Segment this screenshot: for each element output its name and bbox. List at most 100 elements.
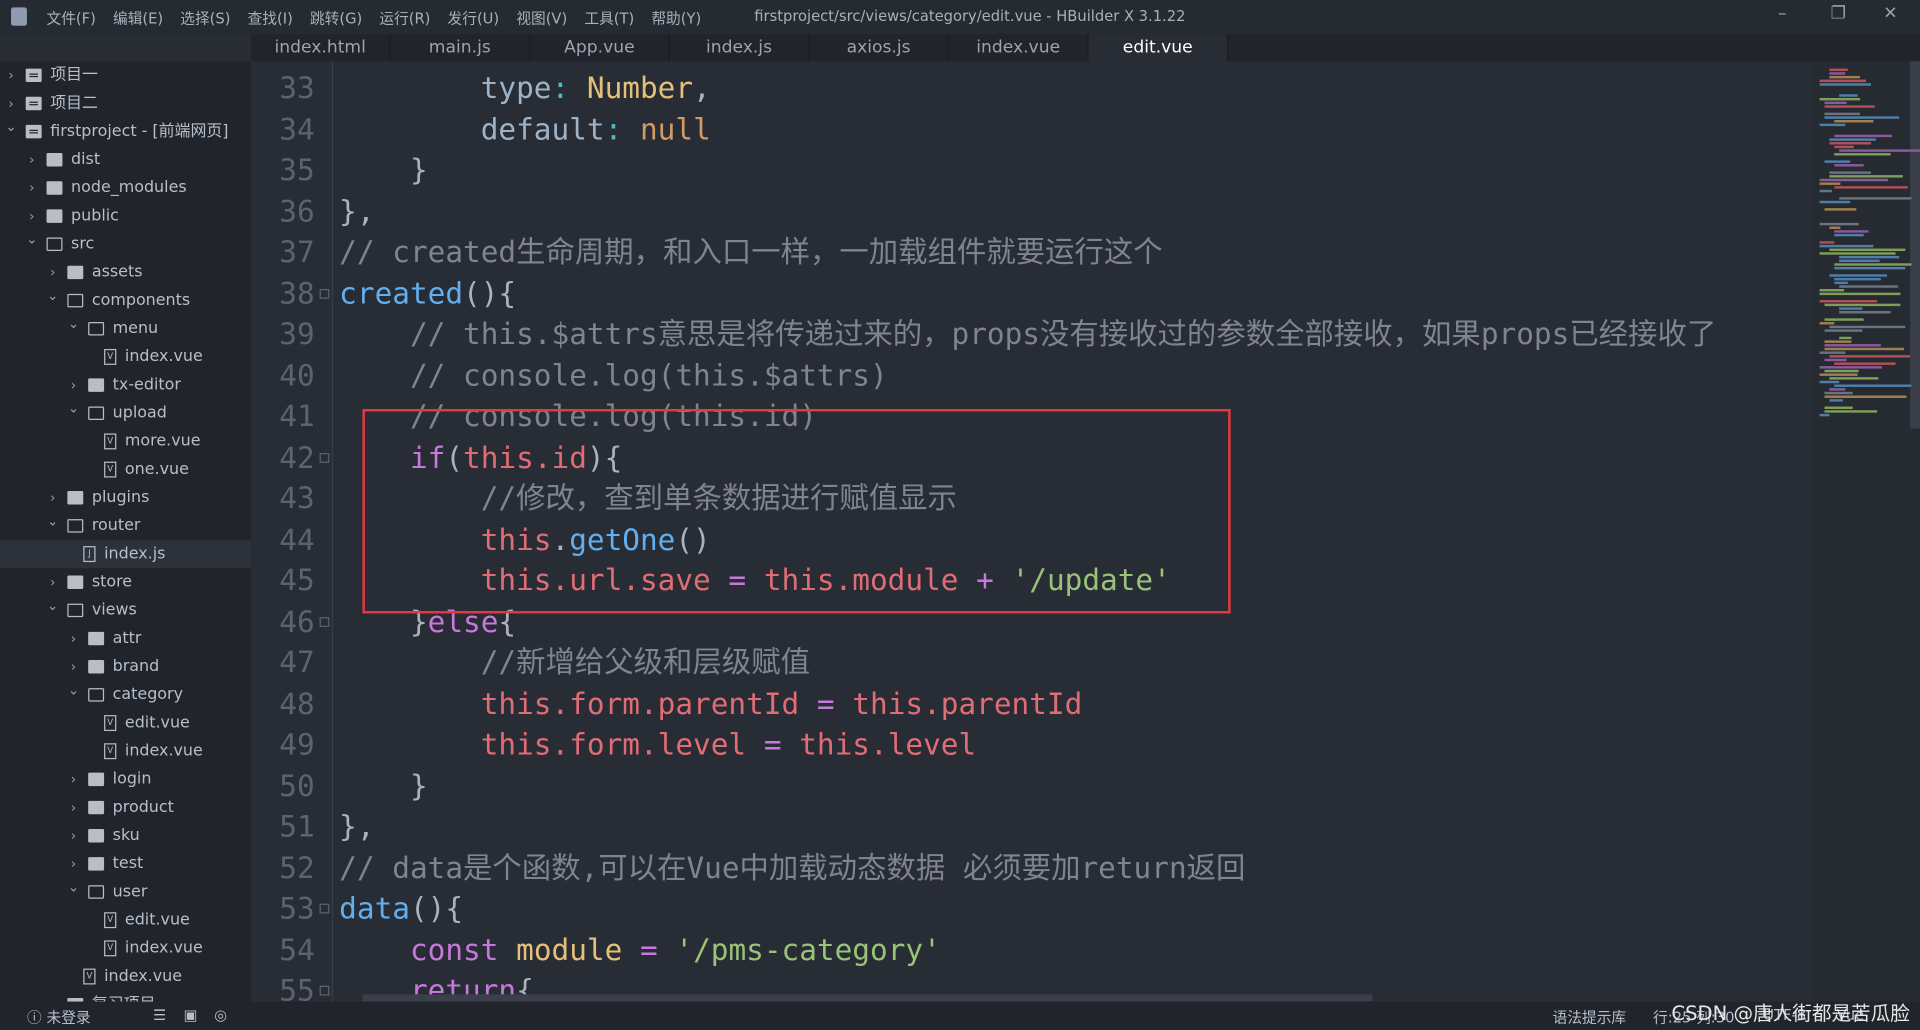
line-number: 50 xyxy=(279,768,315,803)
chevron-down-icon[interactable]: ⌄ xyxy=(47,282,59,310)
tree-item[interactable]: Vindex.vue xyxy=(0,962,251,990)
menu-item[interactable]: 查找(I) xyxy=(248,7,293,28)
list-icon[interactable]: ☰ xyxy=(153,1007,166,1024)
fold-toggle-icon[interactable] xyxy=(319,452,330,463)
line-number: 37 xyxy=(279,235,315,270)
chevron-right-icon[interactable]: › xyxy=(26,174,38,202)
browser-icon[interactable]: ◎ xyxy=(214,1007,227,1024)
chevron-right-icon[interactable]: › xyxy=(26,146,38,174)
tab-App-vue[interactable]: App.vue xyxy=(530,34,670,63)
syntax-library[interactable]: 语法提示库 xyxy=(1553,1007,1626,1028)
menu-item[interactable]: 编辑(E) xyxy=(113,7,163,28)
menu-item[interactable]: 文件(F) xyxy=(47,7,96,28)
tree-item[interactable]: › test xyxy=(0,850,251,878)
tree-item[interactable]: › assets xyxy=(0,258,251,286)
minimap-line xyxy=(1824,406,1853,409)
line-number: 46 xyxy=(279,604,315,639)
minimap-line xyxy=(1824,112,1861,116)
menu-item[interactable]: 工具(T) xyxy=(584,7,634,28)
vertical-scrollbar[interactable] xyxy=(1910,61,1920,429)
chevron-right-icon[interactable]: › xyxy=(47,991,59,1002)
chevron-down-icon[interactable]: ⌄ xyxy=(67,394,79,422)
menu-item[interactable]: 发行(U) xyxy=(448,7,500,28)
tree-item[interactable]: Vindex.vue xyxy=(0,737,251,765)
code-line: 37 // created生命周期，和入口一样，一加载组件就要运行这个 xyxy=(251,233,1812,274)
code-editor[interactable]: 33 type: Number, 34 default: null 35 } 36},… xyxy=(251,61,1813,1002)
tree-item-label: src xyxy=(71,235,95,254)
horizontal-scrollbar[interactable] xyxy=(362,994,1373,1002)
menu-item[interactable]: 视图(V) xyxy=(516,7,567,28)
tree-item[interactable]: › sku xyxy=(0,822,251,850)
fold-toggle-icon[interactable] xyxy=(319,288,330,299)
file-icon: V xyxy=(104,912,117,929)
tree-item[interactable]: ⌄ category xyxy=(0,681,251,709)
tree-item[interactable]: ⌄ firstproject - [前端网页] xyxy=(0,118,251,146)
fold-toggle-icon[interactable] xyxy=(319,903,330,914)
tree-item[interactable]: › dist xyxy=(0,146,251,174)
tree-item[interactable]: ⌄ views xyxy=(0,596,251,624)
tree-item-label: test xyxy=(112,854,144,874)
chevron-down-icon[interactable]: ⌄ xyxy=(67,310,79,338)
tree-item[interactable]: Vedit.vue xyxy=(0,906,251,934)
tree-item[interactable]: ⌄ components xyxy=(0,287,251,315)
tree-item[interactable]: ⌄ menu xyxy=(0,315,251,343)
menu-item[interactable]: 帮助(Y) xyxy=(651,7,701,28)
tree-item[interactable]: Jindex.js xyxy=(0,540,252,569)
chevron-right-icon[interactable]: › xyxy=(67,822,79,850)
tab-main-js[interactable]: main.js xyxy=(391,34,531,63)
tab-edit-vue[interactable]: edit.vue xyxy=(1088,34,1229,63)
line-number: 45 xyxy=(279,563,315,598)
chevron-right-icon[interactable]: › xyxy=(67,624,79,652)
tree-item[interactable]: › 复习项目 xyxy=(0,991,251,1002)
tree-item[interactable]: Vindex.vue xyxy=(0,343,251,371)
menu-item[interactable]: 选择(S) xyxy=(180,7,230,28)
tree-item[interactable]: ⌄ src xyxy=(0,230,251,258)
tab-index-html[interactable]: index.html xyxy=(251,34,391,63)
login-status[interactable]: 未登录 xyxy=(47,1007,91,1028)
tree-item[interactable]: › plugins xyxy=(0,484,251,512)
chevron-down-icon[interactable]: ⌄ xyxy=(67,676,79,704)
tree-item[interactable]: › brand xyxy=(0,653,251,681)
maximize-button[interactable]: ❐ xyxy=(1831,4,1846,24)
tree-item[interactable]: ⌄ upload xyxy=(0,399,251,427)
tree-item[interactable]: › tx-editor xyxy=(0,371,251,399)
tab-index-js[interactable]: index.js xyxy=(670,34,810,63)
minimap[interactable] xyxy=(1812,61,1920,1002)
tree-item[interactable]: › node_modules xyxy=(0,174,251,202)
fold-toggle-icon[interactable] xyxy=(319,616,330,627)
chevron-down-icon[interactable]: ⌄ xyxy=(47,591,59,619)
chevron-right-icon[interactable]: › xyxy=(5,61,17,89)
chevron-down-icon[interactable]: ⌄ xyxy=(47,507,59,535)
file-icon: V xyxy=(104,715,117,732)
console-icon[interactable]: ▣ xyxy=(184,1007,198,1024)
tree-item[interactable]: Vindex.vue xyxy=(0,934,251,962)
tree-item[interactable]: › store xyxy=(0,568,251,596)
tree-item[interactable]: Vone.vue xyxy=(0,456,251,484)
tree-item[interactable]: › login xyxy=(0,765,251,793)
fold-toggle-icon[interactable] xyxy=(319,985,330,996)
menu-item[interactable]: 跳转(G) xyxy=(310,7,362,28)
close-button[interactable]: ✕ xyxy=(1883,4,1897,24)
chevron-down-icon[interactable]: ⌄ xyxy=(26,225,38,253)
tree-item[interactable]: › product xyxy=(0,793,251,821)
chevron-down-icon[interactable]: ⌄ xyxy=(5,113,17,141)
menu-item[interactable]: 运行(R) xyxy=(379,7,430,28)
chevron-down-icon[interactable]: ⌄ xyxy=(67,873,79,901)
minimize-button[interactable]: – xyxy=(1778,4,1787,24)
minimap-line xyxy=(1819,300,1878,303)
tree-item-label: public xyxy=(71,206,119,226)
minimap-line xyxy=(1834,153,1892,156)
tab-index-vue[interactable]: index.vue xyxy=(949,34,1089,63)
tree-item[interactable]: Vedit.vue xyxy=(0,709,251,737)
code-token: (){ xyxy=(463,276,517,311)
chevron-right-icon[interactable]: › xyxy=(67,765,79,793)
chevron-right-icon[interactable]: › xyxy=(67,793,79,821)
tree-item[interactable]: › attr xyxy=(0,624,251,652)
tab-axios-js[interactable]: axios.js xyxy=(809,34,949,63)
tree-item[interactable]: Vmore.vue xyxy=(0,427,251,455)
tree-item[interactable]: › 项目一 xyxy=(0,61,251,89)
code-line: 35 } xyxy=(251,151,1812,192)
tree-item[interactable]: ⌄ router xyxy=(0,512,251,540)
tree-item[interactable]: › 项目二 xyxy=(0,89,251,117)
tree-item[interactable]: ⌄ user xyxy=(0,878,251,906)
